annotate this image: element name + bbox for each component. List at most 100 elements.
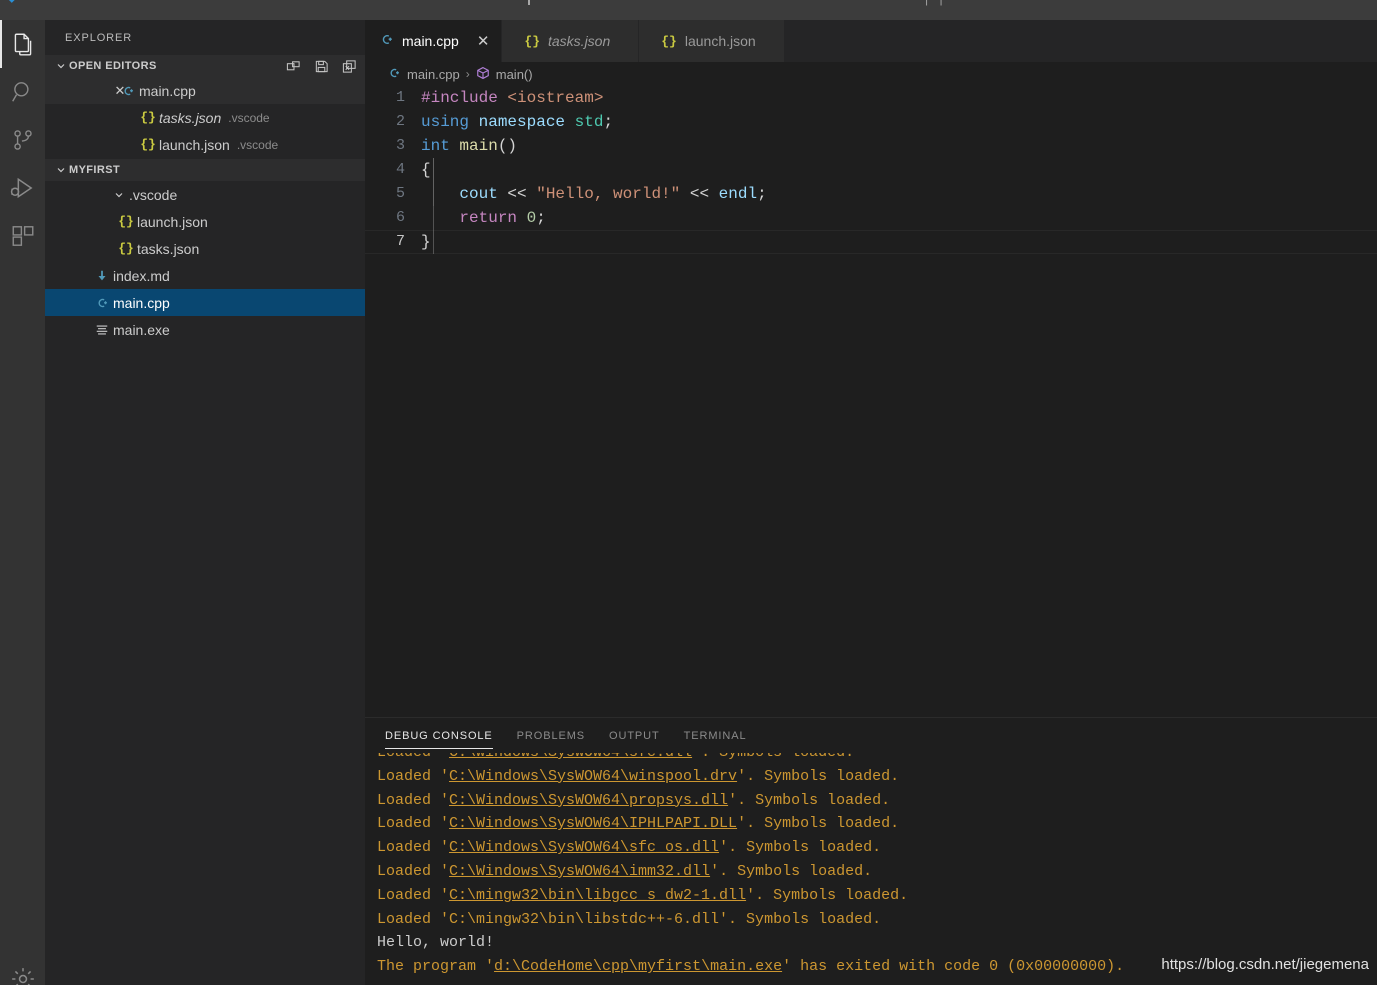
symbol-method-icon	[476, 66, 490, 83]
sidebar-explorer: EXPLORER OPEN EDITORS ✕ main.cpp {} task…	[45, 20, 365, 985]
chevron-down-icon	[109, 189, 129, 201]
editor-tabs: main.cpp ✕ {} tasks.json {} launch.json	[365, 20, 1377, 62]
activity-item-search[interactable]	[0, 68, 45, 116]
console-text: '. Symbols loaded.	[746, 886, 909, 904]
save-all-icon[interactable]	[314, 59, 329, 74]
console-line: Loaded 'C:\mingw32\bin\libstdc++-6.dll'.…	[377, 908, 1377, 932]
console-link[interactable]: C:\Windows\SysWOW64\sfc_os.dll	[449, 839, 719, 856]
open-editor-label: launch.json	[159, 136, 230, 153]
title-bar-clipped-controls: | |	[925, 0, 947, 6]
extensions-icon	[10, 223, 36, 249]
code-text: #include <iostream>	[421, 89, 604, 107]
breadcrumb-symbol[interactable]: main()	[496, 67, 533, 82]
console-link[interactable]: C:\mingw32\bin\libgcc_s_dw2-1.dll	[449, 887, 746, 904]
json-file-icon: {}	[661, 33, 677, 49]
activity-item-run-and-debug[interactable]	[0, 164, 45, 212]
tab-terminal[interactable]: TERMINAL	[684, 718, 747, 753]
console-line: Loaded 'C:\Windows\SysWOW64\IPHLPAPI.DLL…	[377, 812, 1377, 836]
file-tree: .vscode {} launch.json {} tasks.json ind…	[45, 181, 365, 343]
open-editor-item-launch-json[interactable]: {} launch.json .vscode	[45, 131, 365, 158]
activity-item-source-control[interactable]	[0, 116, 45, 164]
code-line: 2 using namespace std;	[365, 110, 1377, 134]
close-icon[interactable]: ✕	[109, 83, 131, 99]
tree-item-vscode-folder[interactable]: .vscode	[45, 181, 365, 208]
activity-item-manage[interactable]	[0, 961, 45, 985]
tab-label: launch.json	[684, 33, 756, 49]
console-text: '. Symbols loaded.	[719, 839, 882, 857]
activity-item-extensions[interactable]	[0, 212, 45, 260]
tab-label: tasks.json	[548, 33, 611, 49]
new-file-icon[interactable]	[286, 59, 301, 74]
tree-item-label: main.exe	[113, 321, 170, 338]
console-text: Hello, world!	[377, 934, 495, 952]
open-editor-item-tasks-json[interactable]: {} tasks.json .vscode	[45, 104, 365, 131]
code-text: cout << "Hello, world!" << endl;	[459, 185, 767, 203]
code-text: int main()	[421, 137, 518, 155]
console-link[interactable]: C:\Windows\SysWOW64\imm32.dll	[449, 863, 710, 880]
open-editor-label: main.cpp	[139, 82, 196, 99]
tab-launch-json[interactable]: {} launch.json	[639, 20, 785, 62]
console-line: Loaded 'C:\Windows\SysWOW64\sfc.dll'. Sy…	[377, 753, 1377, 765]
editor-group: main.cpp ✕ {} tasks.json {} launch.json	[365, 20, 1377, 985]
code-line: 4 {	[365, 158, 1377, 182]
console-text: '. Symbols loaded.	[692, 753, 854, 761]
close-all-icon[interactable]	[342, 59, 357, 74]
console-text: '. Symbols loaded.	[710, 862, 873, 880]
open-editors-list: ✕ main.cpp {} tasks.json .vscode {} laun…	[45, 77, 365, 158]
json-file-icon: {}	[118, 241, 134, 256]
open-editor-item-main-cpp[interactable]: ✕ main.cpp	[45, 77, 365, 104]
code-text: return 0;	[459, 209, 546, 227]
tab-main-cpp[interactable]: main.cpp ✕	[365, 20, 503, 62]
console-link[interactable]: C:\Windows\SysWOW64\sfc.dll	[449, 753, 692, 761]
tree-item-main-cpp[interactable]: main.cpp	[45, 289, 365, 316]
chevron-down-icon	[53, 164, 69, 176]
chevron-down-icon	[53, 60, 69, 72]
line-number: 7	[395, 233, 405, 250]
tab-output[interactable]: OUTPUT	[609, 718, 660, 753]
tree-item-main-exe[interactable]: main.exe	[45, 316, 365, 343]
tab-debug-console[interactable]: DEBUG CONSOLE	[385, 718, 493, 753]
console-text: '. Symbols loaded.	[728, 791, 891, 809]
open-editor-label: tasks.json	[159, 109, 222, 126]
console-line: The program 'd:\CodeHome\cpp\myfirst\mai…	[377, 955, 1377, 979]
code-line: 5 cout << "Hello, world!" << endl;	[365, 182, 1377, 206]
tree-item-tasks-json[interactable]: {} tasks.json	[45, 235, 365, 262]
explorer-title: EXPLORER	[65, 31, 133, 44]
console-text: '. Symbols loaded.	[737, 767, 900, 785]
cpp-file-icon	[91, 296, 113, 310]
activity-item-explorer[interactable]	[0, 20, 45, 68]
folder-header-myfirst[interactable]: MYFIRST	[45, 159, 365, 181]
tab-tasks-json[interactable]: {} tasks.json	[502, 20, 640, 62]
search-icon	[10, 79, 36, 105]
tab-label: main.cpp	[402, 33, 459, 49]
title-bar: ◆ | |	[0, 0, 1377, 20]
tab-problems[interactable]: PROBLEMS	[517, 718, 585, 753]
line-number: 5	[395, 185, 405, 202]
manage-gear-icon	[10, 966, 36, 985]
debug-console-output[interactable]: Loaded 'C:\Windows\SysWOW64\sfc.dll'. Sy…	[365, 753, 1377, 985]
close-icon[interactable]: ✕	[477, 34, 490, 49]
code-editor[interactable]: 1 #include <iostream> 2 using namespace …	[365, 86, 1377, 717]
console-text: Loaded '	[377, 839, 450, 857]
console-scroll-content: Loaded 'C:\Windows\SysWOW64\sfc.dll'. Sy…	[377, 753, 1377, 979]
breadcrumb-file[interactable]: main.cpp	[407, 67, 460, 82]
run-and-debug-icon	[9, 174, 37, 202]
tree-item-launch-json[interactable]: {} launch.json	[45, 208, 365, 235]
tree-item-index-md[interactable]: index.md	[45, 262, 365, 289]
code-line-current: 7 }	[365, 230, 1377, 254]
console-link[interactable]: C:\Windows\SysWOW64\IPHLPAPI.DLL	[449, 815, 737, 832]
open-editors-label: OPEN EDITORS	[69, 60, 157, 72]
console-text: ' has exited with code 0 (0x00000000).	[782, 958, 1125, 976]
open-editors-header[interactable]: OPEN EDITORS	[45, 55, 365, 77]
console-link[interactable]: C:\Windows\SysWOW64\propsys.dll	[449, 792, 728, 809]
breadcrumb: main.cpp › main()	[365, 62, 1377, 86]
console-link[interactable]: C:\Windows\SysWOW64\winspool.drv	[449, 768, 737, 785]
tree-item-label: launch.json	[137, 213, 208, 230]
files-icon	[10, 31, 36, 57]
cpp-file-icon	[379, 32, 394, 50]
json-file-icon: {}	[140, 137, 156, 152]
source-control-icon	[10, 127, 36, 153]
panel-tabs: DEBUG CONSOLE PROBLEMS OUTPUT TERMINAL	[365, 718, 1377, 753]
console-link[interactable]: d:\CodeHome\cpp\myfirst\main.exe	[494, 958, 782, 975]
console-text: Loaded '	[377, 862, 450, 880]
